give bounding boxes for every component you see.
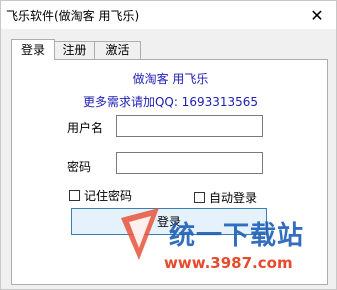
tab-login[interactable]: 登录: [11, 39, 55, 60]
watermark-logo-icon: [121, 208, 159, 260]
window-title: 飞乐软件(做淘客 用飞乐): [6, 9, 140, 23]
checkbox-box[interactable]: [69, 190, 80, 201]
login-window: 飞乐软件(做淘客 用飞乐) ✕ 登录 注册 激活 做淘客 用飞乐 更多需求请加Q…: [0, 0, 337, 290]
watermark-url: www.3987.com: [164, 254, 293, 272]
remember-password-label: 记住密码: [84, 189, 133, 203]
remember-password-checkbox[interactable]: 记住密码: [69, 187, 132, 204]
title-bar: 飞乐软件(做淘客 用飞乐) ✕: [1, 1, 336, 29]
auto-login-label: 自动登录: [209, 191, 258, 205]
close-icon: ✕: [310, 5, 324, 25]
auto-login-checkbox[interactable]: 自动登录: [194, 189, 257, 206]
username-input[interactable]: [116, 115, 263, 137]
watermark-text: 统一下载站: [169, 221, 305, 251]
brand-slogan: 做淘客 用飞乐: [132, 72, 209, 86]
checkbox-box[interactable]: [194, 192, 205, 203]
contact-qq: 更多需求请加QQ: 1693313565: [82, 95, 259, 109]
tab-register[interactable]: 注册: [54, 41, 95, 59]
close-button[interactable]: ✕: [298, 1, 336, 29]
password-label: 密码: [67, 160, 92, 174]
tab-activate[interactable]: 激活: [94, 41, 141, 59]
username-label: 用户名: [67, 121, 104, 135]
password-input[interactable]: [116, 152, 263, 174]
